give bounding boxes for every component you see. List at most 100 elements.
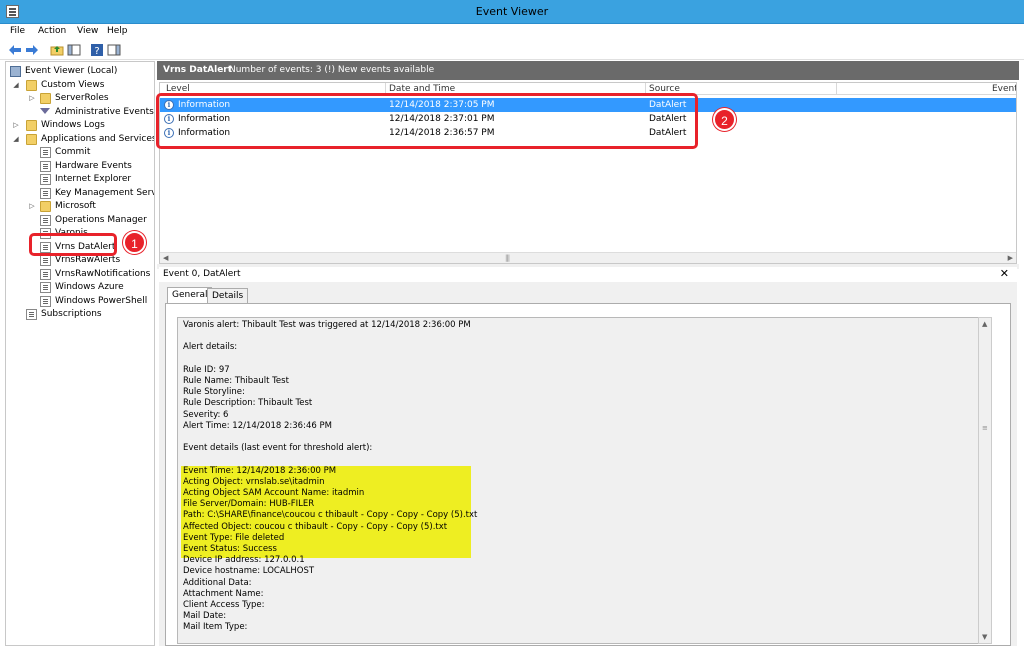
tree-item-label: Event Viewer (Local) (25, 66, 118, 76)
description-line: Rule ID: 97 (183, 364, 230, 375)
log-icon (40, 295, 51, 307)
event-detail-header: Event 0, DatAlert ✕ (159, 267, 1017, 281)
expand-arrow-icon[interactable]: ▷ (28, 92, 36, 105)
event-detail-title: Event 0, DatAlert (163, 269, 241, 279)
scroll-left-arrow-icon[interactable]: ◀ (163, 254, 168, 262)
scroll-up-arrow-icon[interactable]: ▲ (982, 320, 987, 328)
log-icon (40, 174, 51, 185)
log-icon (40, 160, 51, 172)
forward-arrow-icon[interactable] (25, 43, 39, 57)
tree-item-label: Administrative Events (55, 106, 154, 117)
log-header-bar: Vrns DatAlert Number of events: 3 (!) Ne… (157, 61, 1019, 80)
svg-text:?: ? (94, 46, 99, 57)
menu-view[interactable]: View (77, 26, 98, 36)
description-line: Alert details: (183, 342, 238, 353)
log-icon (40, 147, 51, 158)
menu-action[interactable]: Action (38, 26, 66, 36)
window-title: Event Viewer (475, 5, 549, 18)
tree-item-label: Windows Logs (41, 120, 105, 130)
scroll-grip-icon[interactable]: ||| (505, 254, 510, 262)
description-line: Alert Time: 12/14/2018 2:36:46 PM (183, 420, 332, 431)
event-count: Number of events: 3 (!) New events avail… (229, 65, 435, 75)
tree-item[interactable]: Administrative Events (6, 106, 154, 119)
description-line: Mail Item Type: (183, 622, 248, 633)
description-line: Event Time: 12/14/2018 2:36:00 PM (183, 465, 337, 476)
folder-icon (26, 120, 37, 131)
tree-item[interactable]: ◢ Applications and Services Lo (6, 133, 154, 146)
tree-item-label: Windows Azure (55, 282, 124, 292)
callout-box-2 (156, 93, 698, 149)
root-icon (10, 66, 21, 77)
tab-general[interactable]: General (167, 287, 213, 304)
collapse-arrow-icon[interactable]: ◢ (12, 79, 20, 92)
menu-bar: File Action View Help (0, 24, 1024, 40)
description-line: Device IP address: 127.0.0.1 (183, 555, 305, 566)
tree-item-label: Windows PowerShell (55, 295, 148, 306)
tree-item[interactable]: Commit (6, 146, 154, 159)
tree-item[interactable]: Subscriptions (6, 308, 154, 321)
tree-item-label: Custom Views (41, 79, 105, 90)
log-name: Vrns DatAlert (163, 65, 233, 75)
tree-item-label: Applications and Services Lo (41, 133, 155, 144)
tab-details[interactable]: Details (207, 288, 249, 304)
back-arrow-icon[interactable] (8, 43, 22, 57)
log-icon (40, 268, 51, 280)
scroll-down-arrow-icon[interactable]: ▼ (982, 633, 987, 641)
expand-arrow-icon[interactable]: ▷ (28, 200, 36, 213)
show-hide-action-pane-icon[interactable] (107, 43, 121, 57)
tree-item[interactable]: Key Management Service (6, 187, 154, 200)
tree-item[interactable]: Operations Manager (6, 214, 154, 227)
tree-item[interactable]: Windows PowerShell (6, 295, 154, 308)
tree-item[interactable]: Hardware Events (6, 160, 154, 173)
collapse-arrow-icon[interactable]: ◢ (12, 133, 20, 146)
console-tree: Event Viewer (Local) ◢ Custom Views ▷ Server… (5, 61, 155, 646)
description-line: File Server/Domain: HUB-FILER (183, 499, 315, 510)
tree-item-label: VrnsRawNotifications (55, 268, 151, 279)
folder-icon (26, 133, 37, 145)
description-line: Additional Data: (183, 577, 252, 588)
expand-arrow-icon[interactable]: ▷ (12, 119, 20, 132)
show-hide-tree-icon[interactable] (67, 43, 81, 57)
tree-item[interactable]: Event Viewer (Local) (6, 65, 154, 78)
horizontal-scrollbar[interactable]: ◀ ||| ▶ (160, 252, 1016, 263)
column-divider[interactable] (836, 83, 837, 95)
description-line: Client Access Type: (183, 600, 265, 610)
tree-item[interactable]: VrnsRawNotifications (6, 268, 154, 281)
description-line: Event details (last event for threshold … (183, 443, 373, 454)
tree-item[interactable]: ▷ Microsoft (6, 200, 154, 213)
menu-file[interactable]: File (10, 26, 25, 36)
general-tab-panel: Varonis alert: Thibault Test was trigger… (165, 303, 1011, 646)
filter-icon (40, 107, 51, 118)
tree-item-label: Commit (55, 147, 91, 157)
help-icon[interactable]: ? (90, 43, 104, 57)
tree-item-label: Internet Explorer (55, 174, 132, 184)
up-folder-icon[interactable] (50, 43, 64, 57)
description-line: Event Status: Success (183, 544, 277, 554)
description-line: Varonis alert: Thibault Test was trigger… (183, 320, 471, 330)
tree-item-label: Operations Manager (55, 214, 147, 225)
description-line: Severity: 6 (183, 409, 229, 420)
tree-item-label: Microsoft (55, 201, 96, 211)
menu-help[interactable]: Help (107, 26, 128, 36)
description-line: Rule Name: Thibault Test (183, 376, 289, 386)
event-description-textbox[interactable]: Varonis alert: Thibault Test was trigger… (177, 317, 989, 644)
callout-badge-2: 2 (713, 108, 736, 131)
tree-item[interactable]: ◢ Custom Views (6, 79, 154, 92)
vertical-scrollbar[interactable]: ▲ ≡ ▼ (978, 317, 992, 644)
folder-icon (26, 79, 37, 91)
log-icon (26, 309, 37, 320)
scroll-right-arrow-icon[interactable]: ▶ (1008, 254, 1013, 262)
event-detail-pane: General Details Varonis alert: Thibault … (159, 282, 1017, 646)
tree-item[interactable]: ▷ ServerRoles (6, 92, 154, 105)
folder-icon (40, 93, 51, 104)
close-icon[interactable]: ✕ (1000, 267, 1009, 280)
scroll-grip-icon[interactable]: ≡ (982, 424, 988, 432)
tree-item[interactable]: ▷ Windows Logs (6, 119, 154, 132)
callout-badge-1: 1 (123, 231, 146, 254)
tree-item[interactable]: Windows Azure (6, 281, 154, 294)
description-line: Path: C:\SHARE\finance\coucou c thibault… (183, 510, 478, 521)
tree-item-label: Key Management Service (55, 187, 154, 198)
column-event[interactable]: Event (992, 83, 1016, 95)
tree-item[interactable]: Internet Explorer (6, 173, 154, 186)
toolbar: ? (0, 40, 1024, 60)
